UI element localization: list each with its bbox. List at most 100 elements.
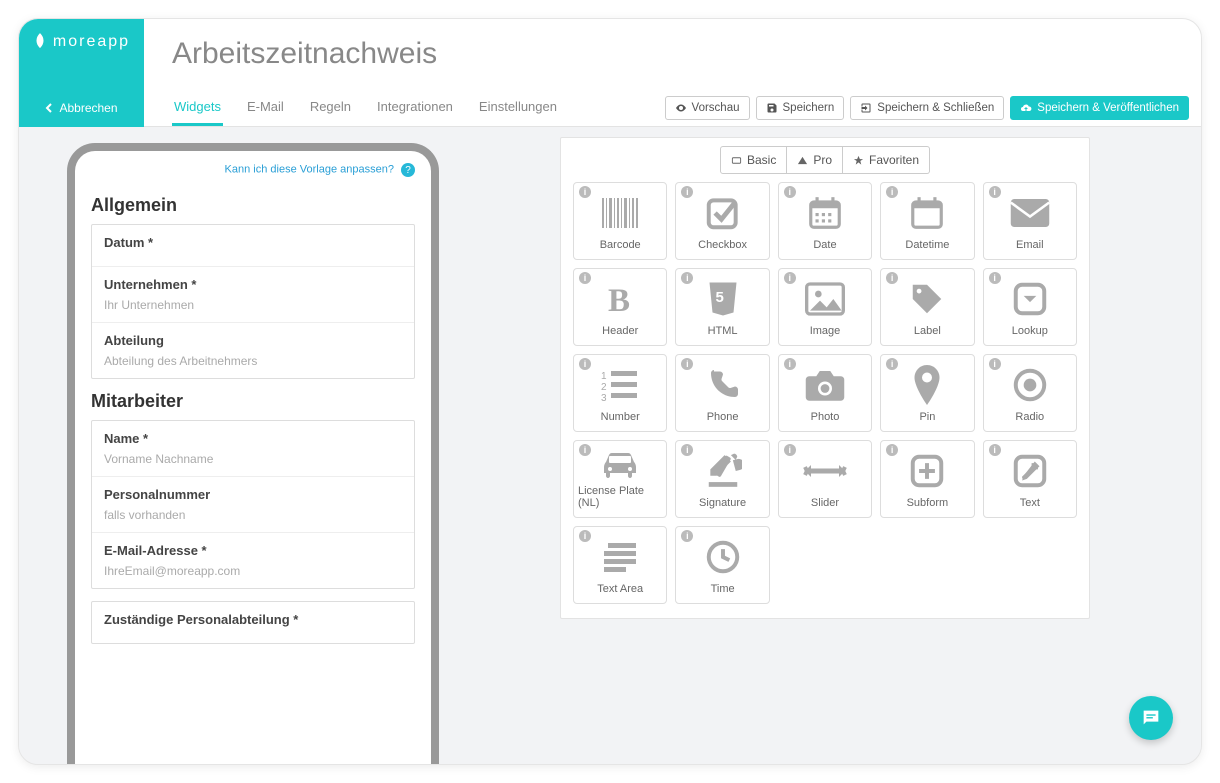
preview-column: Kann ich diese Vorlage anpassen? ? Allge… [19, 127, 459, 764]
info-icon[interactable]: i [886, 358, 898, 370]
widget-label: Text [1020, 497, 1040, 509]
info-icon[interactable]: i [886, 444, 898, 456]
tier-favoriten[interactable]: Favoriten [843, 146, 930, 174]
widget-image[interactable]: i Image [778, 268, 872, 346]
info-icon[interactable]: i [784, 444, 796, 456]
section-header: Mitarbeiter [91, 391, 415, 412]
form-field[interactable]: Name *Vorname Nachname [92, 421, 414, 477]
tab-integrationen[interactable]: Integrationen [375, 89, 455, 126]
info-icon[interactable]: i [989, 358, 1001, 370]
widget-radio[interactable]: iRadio [983, 354, 1077, 432]
info-icon[interactable]: i [681, 186, 693, 198]
tab-regeln[interactable]: Regeln [308, 89, 353, 126]
widget-signature[interactable]: iSignature [675, 440, 769, 518]
tier-basic[interactable]: Basic [720, 146, 787, 174]
widget-slider[interactable]: iSlider [778, 440, 872, 518]
tab-widgets[interactable]: Widgets [172, 89, 223, 126]
widget-label: Barcode [600, 239, 641, 251]
save-button[interactable]: Speichern [756, 96, 845, 120]
info-icon[interactable]: i [579, 530, 591, 542]
cloud-upload-icon [1020, 102, 1032, 114]
info-icon[interactable]: i [681, 444, 693, 456]
info-icon[interactable]: i [681, 530, 693, 542]
svg-text:3: 3 [601, 393, 607, 403]
number-icon: 123 [599, 361, 641, 409]
info-icon[interactable]: i [784, 186, 796, 198]
info-icon[interactable]: i [579, 186, 591, 198]
tier-pro[interactable]: Pro [787, 146, 843, 174]
slider-icon [803, 447, 847, 495]
widget-email[interactable]: i Email [983, 182, 1077, 260]
field-placeholder: Ihr Unternehmen [104, 298, 402, 312]
widget-label[interactable]: i Label [880, 268, 974, 346]
label-icon [908, 275, 946, 323]
form-field[interactable]: Unternehmen *Ihr Unternehmen [92, 267, 414, 323]
info-icon[interactable]: i [579, 272, 591, 284]
widget-label: Email [1016, 239, 1044, 251]
form-field[interactable]: Zuständige Personalabteilung * [92, 602, 414, 643]
field-placeholder: falls vorhanden [104, 508, 402, 522]
tab-e-mail[interactable]: E-Mail [245, 89, 286, 126]
widget-checkbox[interactable]: iCheckbox [675, 182, 769, 260]
checkbox-icon [704, 189, 742, 237]
widget-label: Image [810, 325, 841, 337]
widget-html[interactable]: i5HTML [675, 268, 769, 346]
action-buttons: Vorschau Speichern Speichern & Schließen… [665, 96, 1189, 120]
form-field[interactable]: Datum * [92, 225, 414, 267]
arrow-left-icon [45, 103, 55, 113]
widget-text[interactable]: i Text [983, 440, 1077, 518]
widget-barcode[interactable]: i Barcode [573, 182, 667, 260]
form-field[interactable]: E-Mail-Adresse *IhreEmail@moreapp.com [92, 533, 414, 588]
widget-phone[interactable]: iPhone [675, 354, 769, 432]
save-icon [766, 102, 778, 114]
html-icon: 5 [705, 275, 741, 323]
section-header: Allgemein [91, 195, 415, 216]
signature-icon [704, 447, 742, 495]
widget-datetime[interactable]: iDatetime [880, 182, 974, 260]
info-icon[interactable]: i [989, 444, 1001, 456]
widget-number[interactable]: i123Number [573, 354, 667, 432]
widget-header[interactable]: iBHeader [573, 268, 667, 346]
widget-photo[interactable]: iPhoto [778, 354, 872, 432]
save-publish-button[interactable]: Speichern & Veröffentlichen [1010, 96, 1189, 120]
widget-textarea[interactable]: iText Area [573, 526, 667, 604]
widget-pin[interactable]: i Pin [880, 354, 974, 432]
widget-subform[interactable]: iSubform [880, 440, 974, 518]
field-group: Datum * Unternehmen *Ihr UnternehmenAbtei… [91, 224, 415, 379]
car-icon [598, 447, 642, 483]
info-icon[interactable]: i [579, 358, 591, 370]
info-icon[interactable]: i [886, 186, 898, 198]
save-close-button[interactable]: Speichern & Schließen [850, 96, 1004, 120]
preview-button[interactable]: Vorschau [665, 96, 750, 120]
form-field[interactable]: AbteilungAbteilung des Arbeitnehmers [92, 323, 414, 378]
info-icon[interactable]: i [681, 358, 693, 370]
info-icon[interactable]: i [989, 186, 1001, 198]
widget-car[interactable]: i License Plate (NL) [573, 440, 667, 518]
field-label: Datum * [104, 235, 402, 250]
widgets-column: BasicProFavoriten iBarcodeiCheckboxiDate… [459, 127, 1201, 764]
info-icon[interactable]: i [886, 272, 898, 284]
chat-button[interactable] [1129, 696, 1173, 740]
info-icon[interactable]: i [784, 358, 796, 370]
info-icon[interactable]: i [579, 444, 591, 456]
widget-label: Pin [919, 411, 935, 423]
info-icon[interactable]: i [989, 272, 1001, 284]
date-icon [806, 189, 844, 237]
info-icon[interactable]: i [681, 272, 693, 284]
form-field[interactable]: Personalnummerfalls vorhanden [92, 477, 414, 533]
email-icon [1009, 189, 1051, 237]
help-link[interactable]: Kann ich diese Vorlage anpassen? ? [91, 163, 415, 177]
widget-time[interactable]: iTime [675, 526, 769, 604]
cancel-button[interactable]: Abbrechen [19, 89, 144, 127]
widget-lookup[interactable]: iLookup [983, 268, 1077, 346]
image-icon [805, 275, 845, 323]
widget-label: License Plate (NL) [578, 485, 662, 509]
widget-date[interactable]: iDate [778, 182, 872, 260]
phone-icon [705, 361, 741, 409]
datetime-icon [908, 189, 946, 237]
tab-einstellungen[interactable]: Einstellungen [477, 89, 559, 126]
toolbar-row: Abbrechen Widgets E-Mail Regeln Integration… [19, 89, 1201, 127]
widget-label: Label [914, 325, 941, 337]
info-icon[interactable]: i [784, 272, 796, 284]
barcode-icon [600, 189, 640, 237]
